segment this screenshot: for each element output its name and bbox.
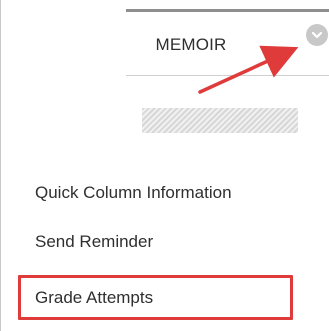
menu-item-send-reminder[interactable]: Send Reminder (35, 232, 153, 252)
grade-attempts-highlight (18, 275, 293, 320)
column-placeholder-bar (142, 108, 298, 133)
menu-item-quick-column-information[interactable]: Quick Column Information (35, 183, 232, 203)
chevron-down-icon (311, 31, 323, 39)
column-menu-button[interactable] (306, 24, 328, 46)
annotation-arrow (198, 45, 299, 94)
